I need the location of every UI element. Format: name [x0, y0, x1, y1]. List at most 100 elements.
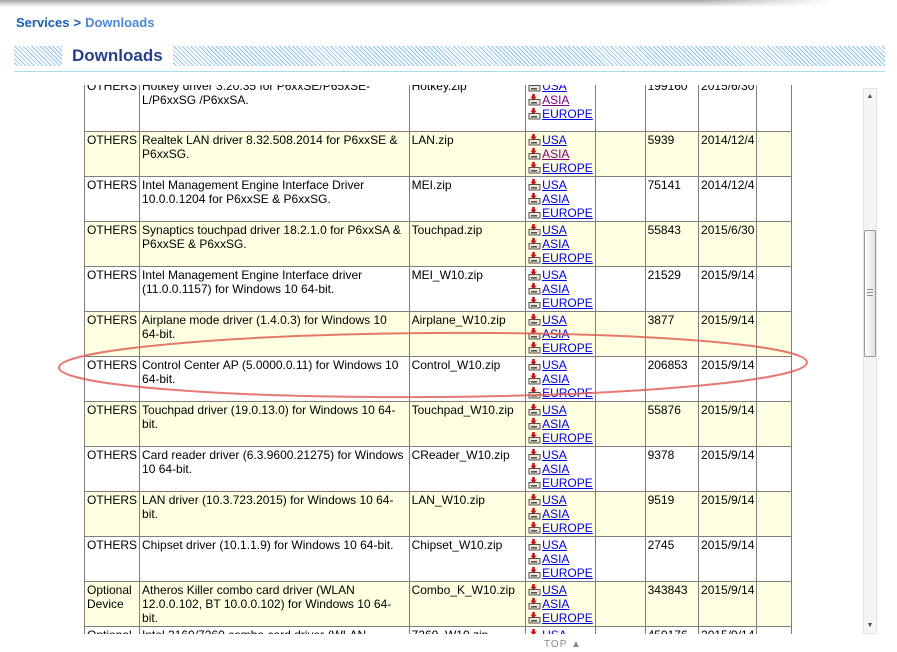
download-link-asia[interactable]: ASIA [542, 552, 569, 566]
empty-cell [594, 266, 646, 312]
download-to-disk-icon [528, 359, 541, 371]
download-to-disk-icon [528, 328, 541, 340]
download-link-usa[interactable]: USA [542, 538, 567, 552]
category-cell: OTHERS [84, 491, 141, 537]
download-link-usa[interactable]: USA [542, 178, 567, 192]
download-link-usa[interactable]: USA [542, 448, 567, 462]
download-link-europe[interactable]: EUROPE [542, 341, 593, 355]
download-link-usa[interactable]: USA [542, 628, 567, 634]
size-cell: 3877 [644, 311, 700, 357]
empty-end-cell [756, 401, 792, 447]
description-cell: Control Center AP (5.0000.0.11) for Wind… [139, 356, 410, 402]
download-link-asia[interactable]: ASIA [542, 327, 569, 341]
size-cell: 55843 [644, 221, 700, 267]
download-link-asia[interactable]: ASIA [542, 372, 569, 386]
download-link-usa[interactable]: USA [542, 583, 567, 597]
breadcrumb-section-link[interactable]: Services [16, 15, 70, 30]
download-to-disk-icon [528, 494, 541, 506]
category-cell: OTHERS [84, 176, 141, 222]
download-link-europe[interactable]: EUROPE [542, 431, 593, 445]
download-link-asia[interactable]: ASIA [542, 237, 569, 251]
scroll-down-button[interactable]: ▼ [864, 618, 876, 633]
date-cell: 2015/9/14 [698, 536, 758, 582]
download-link-europe[interactable]: EUROPE [542, 611, 593, 625]
download-link-line: USA [528, 358, 593, 372]
download-links-cell: USAASIAEUROPE [525, 221, 596, 267]
size-cell: 9378 [644, 446, 700, 492]
category-cell: OTHERS [84, 266, 141, 312]
download-link-asia[interactable]: ASIA [542, 93, 569, 107]
hatch-stripe-right [172, 46, 885, 66]
download-to-disk-icon [528, 373, 541, 385]
download-to-disk-icon [528, 224, 541, 236]
empty-end-cell [756, 131, 792, 177]
download-to-disk-icon [528, 148, 541, 160]
download-link-line: ASIA [528, 147, 593, 161]
filename-cell: 7260_W10.zip [408, 626, 527, 634]
download-link-europe[interactable]: EUROPE [542, 386, 593, 400]
date-cell: 2015/6/30 [698, 221, 758, 267]
breadcrumb-current-link[interactable]: Downloads [85, 15, 154, 30]
size-cell: 206853 [644, 356, 700, 402]
download-link-europe[interactable]: EUROPE [542, 521, 593, 535]
download-link-asia[interactable]: ASIA [542, 282, 569, 296]
table-row: OTHERS LAN driver (10.3.723.2015) for Wi… [84, 491, 792, 537]
download-to-disk-icon [528, 477, 541, 489]
download-links-cell: USAASIAEUROPE [525, 401, 596, 447]
download-link-asia[interactable]: ASIA [542, 507, 569, 521]
download-link-usa[interactable]: USA [542, 268, 567, 282]
download-links-cell: USAASIAEUROPE [525, 446, 596, 492]
empty-cell [594, 626, 646, 634]
download-link-usa[interactable]: USA [542, 403, 567, 417]
download-link-line: USA [528, 85, 593, 93]
download-link-europe[interactable]: EUROPE [542, 206, 593, 220]
date-cell: 2015/9/14 [698, 626, 758, 634]
top-shadow [0, 0, 897, 7]
download-link-asia[interactable]: ASIA [542, 462, 569, 476]
category-cell: Optional Device [84, 626, 141, 634]
scrollbar-thumb[interactable] [864, 230, 876, 357]
download-to-disk-icon [528, 269, 541, 281]
download-link-europe[interactable]: EUROPE [542, 296, 593, 310]
download-link-asia[interactable]: ASIA [542, 597, 569, 611]
size-cell: 55876 [644, 401, 700, 447]
download-link-europe[interactable]: EUROPE [542, 107, 593, 121]
download-to-disk-icon [528, 612, 541, 624]
download-link-line: EUROPE [528, 611, 593, 625]
download-links-cell: USAASIAEUROPE [525, 491, 596, 537]
download-link-europe[interactable]: EUROPE [542, 161, 593, 175]
download-to-disk-icon [528, 522, 541, 534]
download-link-europe[interactable]: EUROPE [542, 566, 593, 580]
empty-end-cell [756, 356, 792, 402]
download-link-line: USA [528, 178, 593, 192]
vertical-scrollbar[interactable]: ▲ ▼ [863, 88, 877, 634]
download-link-europe[interactable]: EUROPE [542, 251, 593, 265]
download-link-line: ASIA [528, 552, 593, 566]
scroll-up-button[interactable]: ▲ [864, 89, 876, 104]
downloads-scroll-area: OTHERS Hotkey driver 3.20.35 for P6xxSE/… [84, 85, 792, 634]
download-link-usa[interactable]: USA [542, 493, 567, 507]
download-to-disk-icon [530, 629, 537, 634]
download-to-disk-icon [528, 297, 541, 309]
download-link-usa[interactable]: USA [542, 133, 567, 147]
empty-end-cell [756, 176, 792, 222]
download-link-asia[interactable]: ASIA [542, 417, 569, 431]
filename-cell: Combo_K_W10.zip [408, 581, 527, 627]
category-cell: OTHERS [84, 401, 141, 447]
download-link-usa[interactable]: USA [542, 223, 567, 237]
download-link-europe[interactable]: EUROPE [542, 476, 593, 490]
download-link-usa[interactable]: USA [542, 358, 567, 372]
filename-cell: Touchpad.zip [408, 221, 527, 267]
description-cell: Intel Management Engine Interface driver… [139, 266, 410, 312]
download-link-asia[interactable]: ASIA [542, 147, 569, 161]
download-link-usa[interactable]: USA [542, 85, 567, 93]
description-cell: Chipset driver (10.1.1.9) for Windows 10… [139, 536, 410, 582]
date-cell: 2015/9/14 [698, 401, 758, 447]
description-cell: LAN driver (10.3.723.2015) for Windows 1… [139, 491, 410, 537]
download-link-usa[interactable]: USA [542, 313, 567, 327]
back-to-top-link[interactable]: TOP ▲ [544, 639, 582, 650]
table-row: OTHERS Card reader driver (6.3.9600.2127… [84, 446, 792, 492]
empty-cell [594, 356, 646, 402]
download-link-asia[interactable]: ASIA [542, 192, 569, 206]
size-cell: 5939 [644, 131, 700, 177]
